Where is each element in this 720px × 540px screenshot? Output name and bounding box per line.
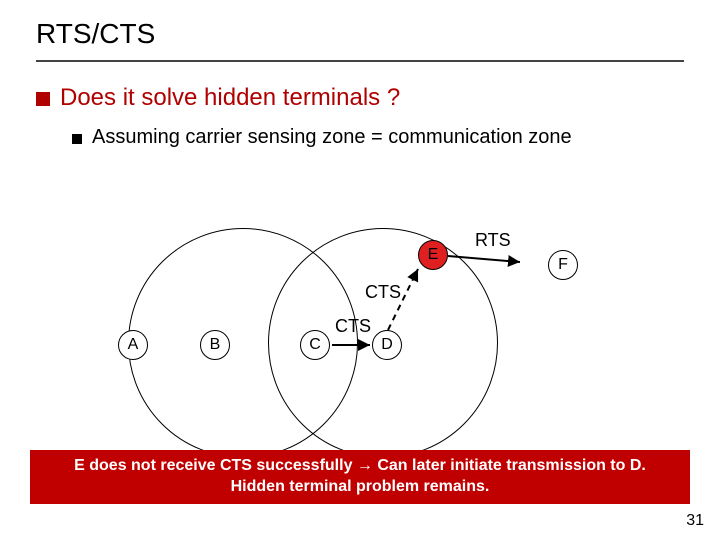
node-e: E [418, 240, 448, 270]
node-a-label: A [128, 336, 139, 354]
bullet-level-1: Does it solve hidden terminals ? [36, 84, 684, 112]
node-e-label: E [428, 246, 439, 264]
label-cts-de: CTS [365, 282, 401, 303]
footer-callout: E does not receive CTS successfully → Ca… [30, 450, 690, 504]
node-b: B [200, 330, 230, 360]
node-c: C [300, 330, 330, 360]
footer-line-1: E does not receive CTS successfully → Ca… [40, 456, 680, 477]
footer-line-2: Hidden terminal problem remains. [40, 477, 680, 498]
node-a: A [118, 330, 148, 360]
node-b-label: B [210, 336, 221, 354]
node-f: F [548, 250, 578, 280]
bullet-level-2: Assuming carrier sensing zone = communic… [72, 126, 684, 149]
bullet-square-icon [36, 92, 50, 106]
page-number: 31 [686, 512, 704, 530]
node-d-label: D [381, 336, 393, 354]
bullet-1-text: Does it solve hidden terminals ? [60, 84, 400, 112]
slide-title: RTS/CTS [0, 0, 720, 56]
bullet-2-text: Assuming carrier sensing zone = communic… [92, 126, 572, 149]
label-rts-ef: RTS [475, 230, 511, 251]
node-c-label: C [309, 336, 321, 354]
node-d: D [372, 330, 402, 360]
bullet-list: Does it solve hidden terminals ? Assumin… [0, 62, 720, 149]
diagram: A B C D E F CTS CTS RTS [0, 190, 720, 450]
node-f-label: F [558, 256, 568, 274]
label-cts-cd: CTS [335, 316, 371, 337]
bullet-square-icon [72, 134, 82, 144]
